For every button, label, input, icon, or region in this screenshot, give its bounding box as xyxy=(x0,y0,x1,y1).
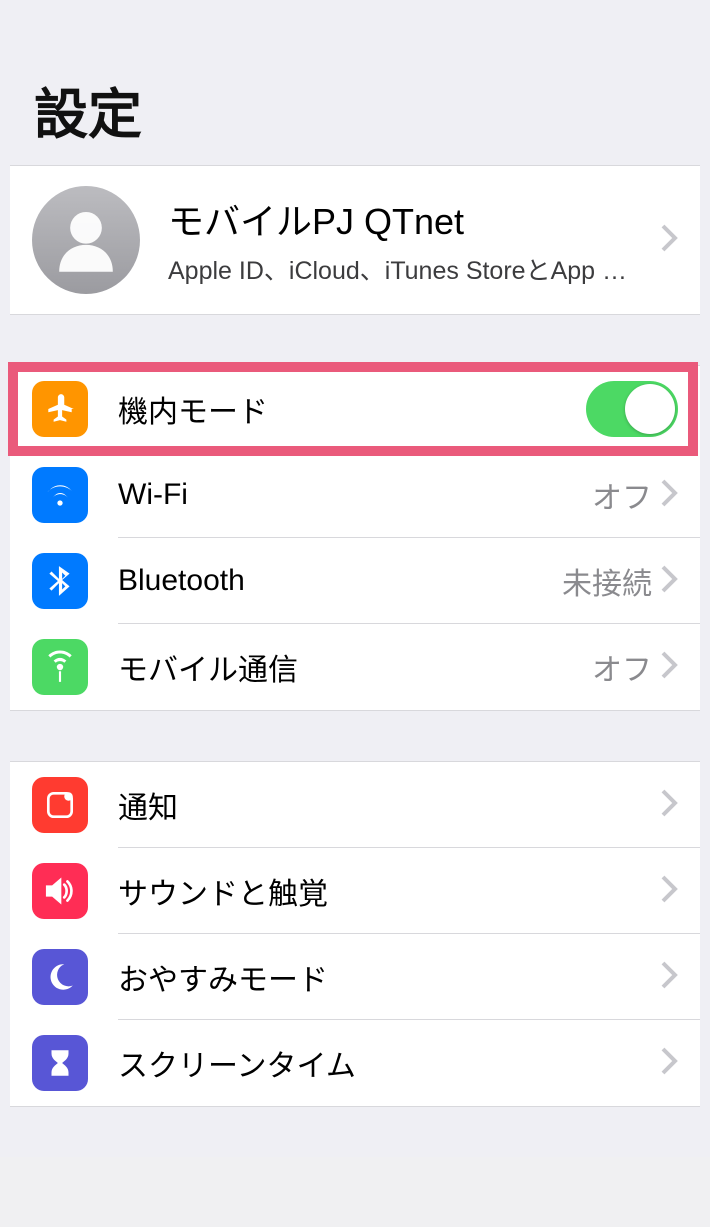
bluetooth-value: 未接続 xyxy=(562,559,652,603)
chevron-icon xyxy=(660,961,678,994)
wifi-label: Wi-Fi xyxy=(118,478,592,512)
profile-row[interactable]: モバイルPJ QTnet Apple ID、iCloud、iTunes Stor… xyxy=(10,166,700,314)
row-dnd[interactable]: おやすみモード xyxy=(10,934,700,1020)
chevron-icon xyxy=(660,1047,678,1080)
profile-subtitle: Apple ID、iCloud、iTunes StoreとApp S... xyxy=(168,251,628,287)
hourglass-icon xyxy=(32,1035,88,1091)
row-sound[interactable]: サウンドと触覚 xyxy=(10,848,700,934)
wifi-icon xyxy=(32,467,88,523)
row-wifi[interactable]: Wi-Fi オフ xyxy=(10,452,700,538)
row-screentime[interactable]: スクリーンタイム xyxy=(10,1020,700,1106)
notifications-icon xyxy=(32,777,88,833)
row-airplane-mode[interactable]: 機内モード xyxy=(10,366,700,452)
chevron-icon xyxy=(660,224,678,257)
notifications-label: 通知 xyxy=(118,783,660,827)
cellular-icon xyxy=(32,639,88,695)
avatar-icon xyxy=(32,186,140,294)
row-notifications[interactable]: 通知 xyxy=(10,762,700,848)
page-title: 設定 xyxy=(34,70,676,149)
settings-group-secondary: 通知 サウンドと触覚 おやすみモード xyxy=(10,761,700,1107)
bluetooth-icon xyxy=(32,553,88,609)
chevron-icon xyxy=(660,479,678,512)
chevron-icon xyxy=(660,565,678,598)
dnd-label: おやすみモード xyxy=(118,955,660,999)
chevron-icon xyxy=(660,651,678,684)
row-bluetooth[interactable]: Bluetooth 未接続 xyxy=(10,538,700,624)
cellular-label: モバイル通信 xyxy=(118,645,592,689)
airplane-toggle[interactable] xyxy=(586,381,678,437)
profile-group: モバイルPJ QTnet Apple ID、iCloud、iTunes Stor… xyxy=(10,165,700,315)
bluetooth-label: Bluetooth xyxy=(118,564,562,598)
wifi-value: オフ xyxy=(592,473,652,517)
settings-group-connectivity: 機内モード Wi-Fi オフ Bluetooth 未接続 xyxy=(10,365,700,711)
chevron-icon xyxy=(660,875,678,908)
sound-label: サウンドと触覚 xyxy=(118,869,660,913)
profile-name: モバイルPJ QTnet xyxy=(168,193,660,245)
row-cellular[interactable]: モバイル通信 オフ xyxy=(10,624,700,710)
moon-icon xyxy=(32,949,88,1005)
sound-icon xyxy=(32,863,88,919)
screentime-label: スクリーンタイム xyxy=(118,1041,660,1085)
airplane-icon xyxy=(32,381,88,437)
chevron-icon xyxy=(660,789,678,822)
airplane-label: 機内モード xyxy=(118,387,586,431)
cellular-value: オフ xyxy=(592,645,652,689)
